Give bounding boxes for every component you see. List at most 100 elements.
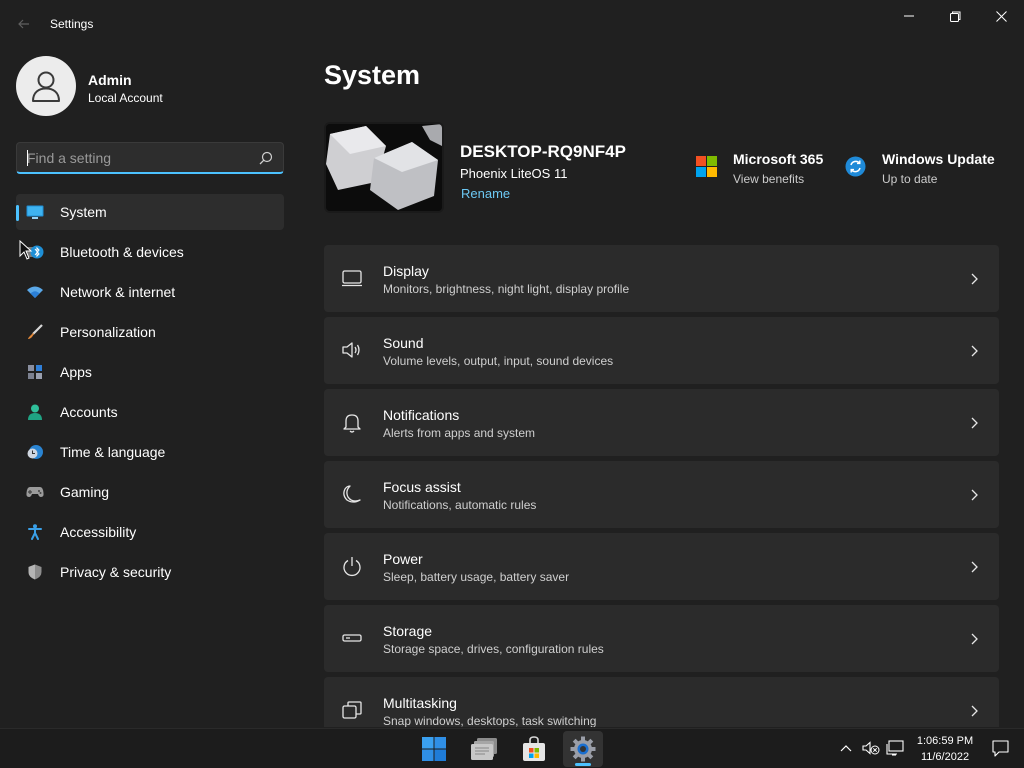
notification-icon [991,739,1009,757]
settings-gear-icon [570,736,596,762]
network-icon [886,740,904,756]
power-icon [343,557,361,577]
restore-icon [949,11,960,22]
sidebar-item-label: Network & internet [60,284,176,300]
card-title: Notifications [383,407,460,423]
profile-account-type: Local Account [88,91,163,105]
profile-name: Admin [88,72,132,88]
tile-subtitle: Up to date [882,172,938,186]
volume-button[interactable] [862,739,880,757]
sidebar-item-label: Accessibility [60,524,137,540]
store-bag-icon [523,736,545,761]
windows-start-icon [422,737,446,761]
page-title: System [324,60,421,90]
gamepad-icon [26,484,44,500]
chevron-right-icon [971,633,978,645]
card-sound[interactable]: Sound Volume levels, output, input, soun… [324,317,999,384]
sidebar-nav: System Bluetooth & devices Network & int… [16,194,284,594]
sidebar-item-network-internet[interactable]: Network & internet [16,274,284,310]
minimize-button[interactable] [886,0,932,32]
search-box[interactable] [16,142,284,174]
sidebar-item-apps[interactable]: Apps [16,354,284,390]
chevron-right-icon [971,417,978,429]
card-display[interactable]: Display Monitors, brightness, night ligh… [324,245,999,312]
sidebar-item-accounts[interactable]: Accounts [16,394,284,430]
text-caret [27,150,28,166]
sidebar-item-label: Privacy & security [60,564,172,580]
search-icon[interactable] [259,151,273,165]
taskbar-file-explorer[interactable] [465,731,505,767]
taskbar-store[interactable] [514,731,554,767]
card-title: Multitasking [383,695,457,711]
card-notifications[interactable]: Notifications Alerts from apps and syste… [324,389,999,456]
device-os: Phoenix LiteOS 11 [460,166,568,181]
sidebar-item-system[interactable]: System [16,194,284,230]
restore-button[interactable] [932,0,978,32]
sidebar-item-label: Apps [60,364,92,380]
device-wallpaper-thumbnail [324,122,444,213]
taskbar: 1:06:59 PM 11/6/2022 [0,728,1024,768]
brush-icon [26,324,44,340]
close-icon [995,10,1007,22]
mouse-cursor-icon [19,240,33,260]
windows-update-tile[interactable]: Windows Update Up to date [845,150,1005,190]
sidebar-item-label: Personalization [60,324,156,340]
active-indicator [16,205,19,221]
speaker-icon [342,342,360,358]
user-profile[interactable]: Admin Local Account [16,56,276,118]
chevron-up-icon [840,745,852,752]
sidebar-item-accessibility[interactable]: Accessibility [16,514,284,550]
card-focus-assist[interactable]: Focus assist Notifications, automatic ru… [324,461,999,528]
tile-title: Microsoft 365 [733,151,824,167]
sidebar-item-time-language[interactable]: Time & language [16,434,284,470]
card-subtitle: Snap windows, desktops, task switching [383,714,597,727]
sidebar-item-label: Time & language [60,444,166,460]
bell-icon [343,414,361,433]
chevron-right-icon [971,705,978,717]
close-button[interactable] [978,0,1024,32]
person-icon [26,404,44,420]
file-explorer-icon [471,738,497,760]
sidebar-item-personalization[interactable]: Personalization [16,314,284,350]
sidebar-item-gaming[interactable]: Gaming [16,474,284,510]
clock-time: 1:06:59 PM [916,735,974,747]
card-title: Sound [383,335,424,351]
card-subtitle: Sleep, battery usage, battery saver [383,570,570,584]
start-button[interactable] [414,731,454,767]
tile-subtitle: View benefits [733,172,805,186]
back-button[interactable] [12,12,36,36]
update-sync-icon [845,156,866,177]
card-multitasking[interactable]: Multitasking Snap windows, desktops, tas… [324,677,999,727]
display-icon [342,270,362,287]
sidebar-item-label: Gaming [60,484,110,500]
multitasking-icon [342,701,362,719]
card-subtitle: Notifications, automatic rules [383,498,537,512]
chevron-right-icon [971,345,978,357]
active-app-indicator [575,763,591,766]
system-monitor-icon [26,204,44,220]
microsoft-logo-icon [696,156,717,177]
taskbar-settings[interactable] [563,731,603,767]
network-button[interactable] [886,739,904,757]
card-title: Display [383,263,429,279]
tile-title: Windows Update [882,151,995,167]
sidebar-item-label: System [60,204,107,220]
card-title: Storage [383,623,433,639]
accessibility-icon [26,524,44,540]
microsoft-365-tile[interactable]: Microsoft 365 View benefits [696,150,836,190]
card-storage[interactable]: Storage Storage space, drives, configura… [324,605,999,672]
taskbar-clock[interactable]: 1:06:59 PM 11/6/2022 [908,733,982,765]
search-input[interactable] [27,149,247,167]
person-avatar-icon [32,71,60,102]
wifi-icon [26,284,44,300]
chevron-right-icon [971,489,978,501]
speaker-muted-icon [862,741,880,755]
sidebar-item-bluetooth-devices[interactable]: Bluetooth & devices [16,234,284,270]
sidebar-item-privacy-security[interactable]: Privacy & security [16,554,284,590]
rename-link[interactable]: Rename [461,186,510,201]
notification-center-button[interactable] [991,739,1009,757]
card-power[interactable]: Power Sleep, battery usage, battery save… [324,533,999,600]
clock-date: 11/6/2022 [920,751,970,763]
show-hidden-icons-button[interactable] [837,739,855,757]
card-subtitle: Volume levels, output, input, sound devi… [383,354,614,368]
